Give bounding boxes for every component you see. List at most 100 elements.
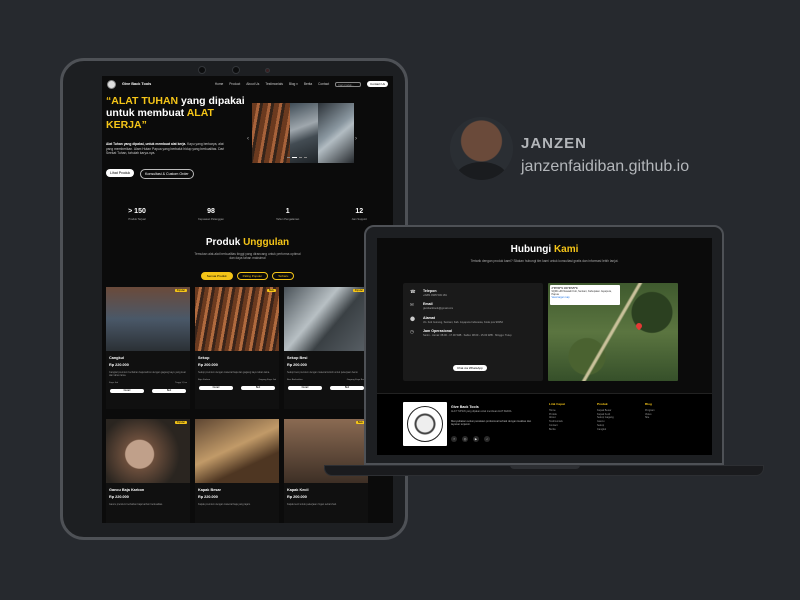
filter-all[interactable]: Semua Produk [200, 271, 233, 280]
contact-value[interactable]: givebacktools@gmail.com [423, 307, 453, 310]
product-price: Rp 220.000 [109, 362, 129, 367]
slide-image [318, 103, 354, 163]
contact-value[interactable]: +6281 0305 549 181 [423, 294, 447, 297]
footer-column-products: Produk Kapak Besar Kapak Kecil Sekop Gag… [597, 402, 614, 432]
products-section-subtitle: Temukan alat-alat berkualitas tinggi yan… [194, 252, 301, 261]
avatar [450, 117, 513, 180]
map-larger-link[interactable]: View larger map [552, 296, 619, 299]
footer-column-heading: Link Cepat [549, 402, 565, 406]
spec: Tinggi 1,5 m [175, 381, 187, 384]
stat-item: 1 Tahun Pengalaman [276, 208, 299, 221]
chevron-left-icon[interactable]: ‹ [247, 136, 249, 142]
tiktok-icon[interactable]: ♪ [484, 436, 490, 442]
spec: Besi Berkualitas [287, 378, 303, 381]
product-name: Kapak Besar [198, 487, 222, 492]
product-description: Sekop premium dengan material baja dan g… [198, 370, 270, 374]
product-name: Kapak Kecil [287, 487, 309, 492]
product-name: Sekop Besi [287, 355, 308, 360]
detail-button[interactable]: Detail [110, 388, 144, 393]
footer-link[interactable]: Cangkul [597, 428, 614, 432]
youtube-icon[interactable]: ▶ [473, 436, 479, 442]
nav-link[interactable]: Contact [318, 82, 329, 86]
product-price: Rp 200.000 [287, 362, 307, 367]
buy-button[interactable]: Beli [330, 385, 364, 390]
facebook-icon[interactable]: f [451, 436, 457, 442]
nav-link[interactable]: Blog ▾ [289, 82, 298, 86]
footer-link[interactable]: Site [645, 416, 655, 420]
map-embed[interactable]: 2°35'00"S 140°30'25"E 9QRC+99 Nawadi Kot… [548, 283, 678, 381]
person-website[interactable]: janzenfaidiban.github.io [521, 158, 689, 176]
view-products-button[interactable]: Lihat Produk [106, 169, 135, 177]
spec: Kayu Jati [109, 381, 118, 384]
product-card[interactable]: Populer Gancu Baja Karbon Rp 220.000 Gan… [106, 418, 190, 523]
contact-label: Telepon [423, 289, 437, 293]
product-actions: Detail Beli [195, 385, 279, 390]
slider-dot[interactable] [292, 157, 297, 158]
slider-dots [287, 157, 307, 158]
logo-icon[interactable] [107, 79, 116, 89]
product-card[interactable]: Populer Sekop Besi Rp 200.000 Sekop besi… [284, 286, 368, 409]
filter-popular[interactable]: Paling Populer [236, 271, 269, 280]
product-image[interactable]: Populer [106, 286, 190, 351]
hero-title: “ALAT TUHAN yang dipakai untuk membuat A… [106, 95, 254, 131]
map-info-card: 2°35'00"S 140°30'25"E 9QRC+99 Nawadi Kot… [550, 285, 620, 305]
footer-link[interactable]: Berita [549, 428, 565, 432]
contact-value: Senin - Jumat: 08.00 - 17.00 WIB · Sabtu… [423, 333, 512, 337]
avatar-body [456, 162, 507, 180]
spec: Baja Karbon [198, 378, 211, 381]
filter-newest[interactable]: Terbaru [272, 271, 295, 280]
buy-button[interactable]: Beli [152, 388, 186, 393]
slider-dot[interactable] [287, 157, 290, 158]
contact-us-button[interactable]: Contact Us [367, 81, 388, 87]
footer-column-heading: Blog [645, 402, 652, 406]
stat-item: 98 Kepuasan Pelanggan [198, 208, 224, 221]
nav-link[interactable]: Berita [304, 82, 312, 86]
buy-button[interactable]: Beli [241, 385, 275, 390]
nav-link[interactable]: Testimonials [265, 82, 283, 86]
hero-desc-bold: Alat Tuhan yang dipakai, untuk membuat a… [106, 142, 187, 146]
product-card[interactable]: Kapak Besar Rp 220.000 Kapak premium den… [195, 418, 279, 523]
product-card[interactable]: Baru Sekop Rp 200.000 Sekop premium deng… [195, 286, 279, 409]
nav-link[interactable]: Home [215, 82, 224, 86]
hero-image-slider[interactable] [252, 103, 354, 163]
product-specs: Baja Karbon Gagang Kayu Jati [198, 379, 276, 381]
product-card[interactable]: Populer Cangkul Rp 220.000 Cangkul premi… [106, 286, 190, 409]
map-pin-icon[interactable] [634, 321, 644, 331]
product-price: Rp 220.000 [198, 494, 218, 499]
product-image[interactable]: Baru [195, 286, 279, 351]
stat-label: Tahun Pengalaman [276, 218, 300, 221]
product-actions: Detail Beli [106, 388, 190, 393]
stat-value: 12 [355, 208, 364, 215]
product-image[interactable]: Populer [106, 418, 190, 483]
product-name: Cangkul [109, 355, 124, 360]
product-tag: Baru [266, 288, 276, 292]
stat-value: 1 [285, 208, 290, 215]
product-image[interactable]: Populer [284, 286, 368, 351]
chevron-right-icon[interactable]: › [355, 136, 357, 142]
camera-dot [265, 67, 270, 73]
slide-image [252, 103, 290, 163]
laptop-notch [510, 465, 580, 469]
product-image[interactable] [195, 418, 279, 483]
contact-label: Email [423, 302, 433, 307]
slide-image [290, 103, 318, 163]
nav-link[interactable]: Product [229, 82, 240, 86]
search-input[interactable]: Cari produk... [335, 81, 362, 87]
title-highlight: Unggulan [243, 237, 290, 248]
detail-button[interactable]: Detail [199, 385, 233, 390]
custom-order-button[interactable]: Konsultasi & Custom Order [140, 169, 194, 179]
nav-link[interactable]: About Us [246, 82, 259, 86]
brand-name[interactable]: Give Back Tools [122, 82, 151, 86]
slider-dot[interactable] [304, 157, 307, 158]
contact-subtitle: Tertarik dengan produk kami? Silakan hub… [470, 259, 619, 263]
slider-dot[interactable] [299, 157, 302, 158]
tablet-screen: Give Back Tools Home Product About Us Te… [102, 76, 393, 523]
product-grid: Populer Cangkul Rp 220.000 Cangkul premi… [102, 286, 393, 523]
instagram-icon[interactable]: ◎ [462, 436, 468, 442]
product-actions: Detail Beli [284, 385, 368, 390]
detail-button[interactable]: Detail [288, 385, 322, 390]
whatsapp-button[interactable]: Chat via WhatsApp [453, 365, 487, 371]
product-filters: Semua Produk Paling Populer Terbaru [102, 271, 393, 280]
product-description: Cangkul premium berbahan baja karbon den… [109, 370, 186, 377]
footer-brand: Give Back Tools [451, 405, 479, 409]
